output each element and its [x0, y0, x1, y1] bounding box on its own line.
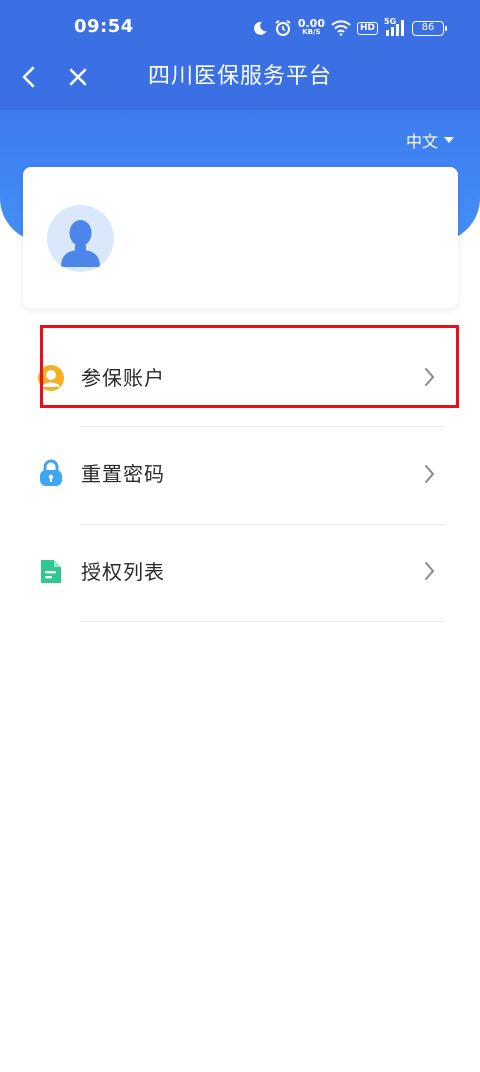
avatar[interactable] [47, 205, 114, 272]
language-switch[interactable]: 中文 [406, 128, 454, 152]
language-label: 中文 [405, 132, 438, 151]
signal-strength: 5G [384, 17, 406, 37]
chevron-right-icon [425, 562, 435, 580]
status-time: 09:54 [74, 16, 134, 37]
page-title: 四川医保服务平台 [147, 64, 332, 89]
divider [80, 621, 444, 622]
caret-down-icon [444, 137, 454, 143]
wifi-icon [331, 20, 351, 36]
net-speed-value: 0.00 [297, 17, 325, 30]
highlight-box [40, 325, 459, 408]
hd-badge: HD [356, 21, 378, 35]
menu-item-label: 重置密码 [81, 462, 165, 486]
document-icon [41, 560, 61, 583]
battery-indicator: 86 [412, 20, 447, 36]
lock-icon [40, 459, 62, 486]
net-speed-unit: KB/S [302, 28, 321, 36]
user-avatar-icon [61, 220, 100, 267]
signal-icon [386, 20, 404, 36]
status-bar: 09:54 0.00 KB/S HD 5G 86 [0, 0, 480, 54]
menu-item-authorization-list[interactable]: 授权列表 [0, 525, 480, 622]
status-icons: 0.00 KB/S HD 5G 86 [252, 14, 447, 42]
network-speed: 0.00 KB/S [297, 17, 325, 37]
alarm-icon [275, 19, 291, 36]
chevron-right-icon [425, 465, 435, 483]
profile-card [23, 167, 458, 308]
menu-item-reset-password[interactable]: 重置密码 [0, 427, 480, 525]
menu-item-label: 授权列表 [81, 560, 165, 584]
moon-icon [253, 21, 267, 35]
